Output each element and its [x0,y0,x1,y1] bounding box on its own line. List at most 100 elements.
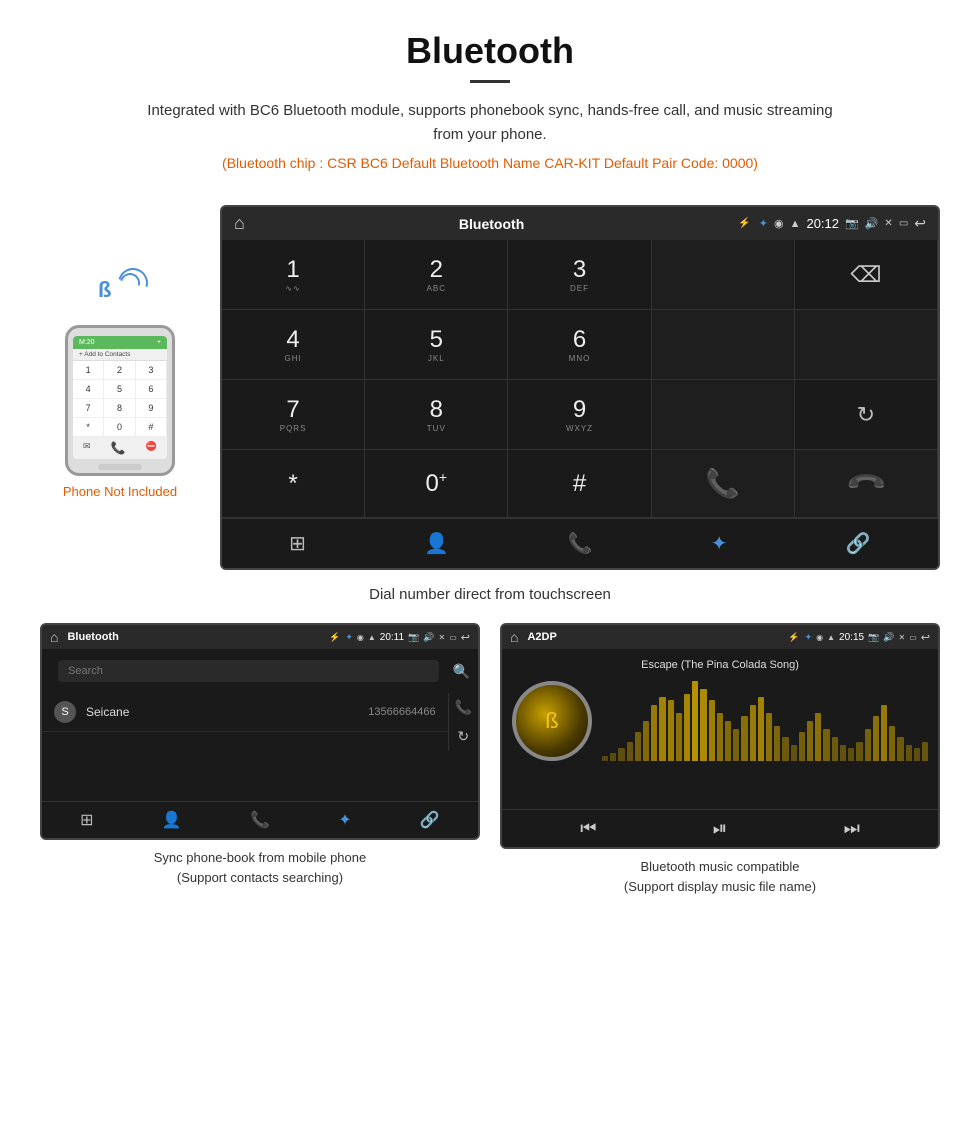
prev-button[interactable]: ⏮ [580,818,596,839]
eq-bar-24 [799,732,805,761]
key-0[interactable]: 0+ [365,450,508,518]
spec-line: (Bluetooth chip : CSR BC6 Default Blueto… [20,155,960,171]
pb-search-bar[interactable]: Search [58,660,439,682]
time-display: 20:12 [806,216,839,231]
eq-bar-5 [643,721,649,761]
car-home-icon[interactable]: ⌂ [234,213,245,234]
pb-contact-name: Seicane [86,705,368,719]
eq-bar-8 [668,700,674,761]
eq-bar-15 [725,721,731,761]
pb-contact-row[interactable]: S Seicane 13566664466 [42,693,448,732]
phone-keypad: 1 2 3 4 5 6 7 8 9 * 0 # [73,361,167,437]
pb-time: 20:11 [380,632,404,643]
car-status-right: ✦ ◉ ▲ 20:12 📷 🔊 ✕ ▭ ↩ [759,215,926,232]
pb-search-icon[interactable]: 🔍 [453,663,470,680]
pb-contact-avatar: S [54,701,76,723]
title-divider [470,80,510,83]
key-1[interactable]: 1 ∿∿ [222,240,365,310]
key-8[interactable]: 8 TUV [365,380,508,450]
eq-bar-33 [873,716,879,761]
eq-bar-3 [627,742,633,761]
back-icon[interactable]: ↩ [914,215,926,232]
pb-back-icon[interactable]: ↩ [461,631,470,644]
music-controls: ⏮ ⏯ ⏭ [502,809,938,847]
pb-home-icon[interactable]: ⌂ [50,629,58,645]
pb-refresh-icon[interactable]: ↻ [457,728,469,745]
toolbar-contacts-icon[interactable]: 👤 [424,531,449,556]
key-empty-3a [652,380,795,450]
eq-bar-36 [897,737,903,761]
toolbar-bluetooth-icon[interactable]: ✦ [711,531,728,556]
pb-spacer [42,751,478,801]
pb-caption-line1: Sync phone-book from mobile phone [154,850,366,865]
eq-bar-12 [700,689,706,761]
pb-contacts-icon[interactable]: 👤 [162,810,182,830]
key-star[interactable]: * [222,450,365,518]
eq-bar-25 [807,721,813,761]
music-content: Escape (The Pina Colada Song) ß [502,649,938,809]
eq-bar-31 [856,742,862,761]
eq-bar-9 [676,713,682,761]
play-pause-button[interactable]: ⏯ [713,818,727,839]
bt-status-icon: ✦ [759,217,768,230]
phone-contact-label: + Add to Contacts [73,349,167,361]
toolbar-phone-icon[interactable]: 📞 [568,531,593,556]
key-call-green[interactable]: 📞 [652,450,795,518]
pb-bt-toolbar-icon[interactable]: ✦ [338,810,351,830]
key-3[interactable]: 3 DEF [508,240,651,310]
next-button[interactable]: ⏭ [844,818,860,839]
bottom-section: ⌂ Bluetooth ⚡ ✦ ◉ ▲ 20:11 📷 🔊 ✕ ▭ ↩ [0,623,980,896]
key-9[interactable]: 9 WXYZ [508,380,651,450]
pb-contact-number: 13566664466 [368,706,435,718]
pb-screen-title: Bluetooth [67,631,324,643]
key-6[interactable]: 6 MNO [508,310,651,380]
song-title: Escape (The Pina Colada Song) [641,659,799,671]
pb-phone-icon[interactable]: 📞 [250,810,270,830]
key-5[interactable]: 5 JKL [365,310,508,380]
eq-bar-10 [684,694,690,761]
dial-row-1: 1 ∿∿ 2 ABC 3 DEF ⌫ [222,240,938,310]
key-4[interactable]: 4 GHI [222,310,365,380]
window-icon[interactable]: ▭ [899,218,908,229]
phone-bottom-bar: ✉ 📞 ⛔ [73,437,167,459]
pb-search-placeholder: Search [68,665,103,677]
eq-bar-6 [651,705,657,761]
eq-bar-0 [602,756,608,761]
toolbar-dialpad-icon[interactable]: ⊞ [289,531,306,556]
music-home-icon[interactable]: ⌂ [510,629,518,645]
dial-row-2: 4 GHI 5 JKL 6 MNO [222,310,938,380]
eq-bar-38 [914,748,920,761]
eq-bar-7 [659,697,665,761]
music-main-area: ß [512,681,928,761]
toolbar-link-icon[interactable]: 🔗 [846,531,871,556]
key-hash[interactable]: # [508,450,651,518]
camera-icon: 📷 [845,217,859,230]
pb-call-icon[interactable]: 📞 [455,699,472,716]
eq-bar-2 [618,748,624,761]
pb-link-icon[interactable]: 🔗 [420,810,440,830]
bluetooth-icon: ß [98,277,111,303]
pb-status-right: ✦ ◉ ▲ 20:11 📷 🔊 ✕ ▭ ↩ [345,631,470,644]
eq-bar-35 [889,726,895,761]
key-7[interactable]: 7 PQRS [222,380,365,450]
dial-grid-container: 1 ∿∿ 2 ABC 3 DEF ⌫ [222,240,938,568]
music-status-bar: ⌂ A2DP ⚡ ✦ ◉ ▲ 20:15 📷 🔊 ✕ ▭ ↩ [502,625,938,649]
dial-row-4: * 0+ # 📞 📞 [222,450,938,518]
music-car-screen: ⌂ A2DP ⚡ ✦ ◉ ▲ 20:15 📷 🔊 ✕ ▭ ↩ Escape (T… [500,623,940,849]
key-redial[interactable]: ↻ [795,380,938,450]
pb-toolbar: ⊞ 👤 📞 ✦ 🔗 [42,801,478,838]
pb-contact-list: S Seicane 13566664466 [42,693,448,751]
eq-bar-4 [635,732,641,761]
music-caption: Bluetooth music compatible (Support disp… [500,857,940,896]
key-2[interactable]: 2 ABC [365,240,508,310]
phonebook-car-screen: ⌂ Bluetooth ⚡ ✦ ◉ ▲ 20:11 📷 🔊 ✕ ▭ ↩ [40,623,480,840]
eq-bar-27 [823,729,829,761]
music-back-icon[interactable]: ↩ [921,631,930,644]
key-call-red[interactable]: 📞 [795,450,938,518]
car-toolbar: ⊞ 👤 📞 ✦ 🔗 [222,518,938,568]
close-icon[interactable]: ✕ [884,218,892,229]
pb-dialpad-icon[interactable]: ⊞ [80,810,93,830]
eq-bar-18 [750,705,756,761]
key-backspace[interactable]: ⌫ [795,240,938,310]
eq-bar-21 [774,726,780,761]
